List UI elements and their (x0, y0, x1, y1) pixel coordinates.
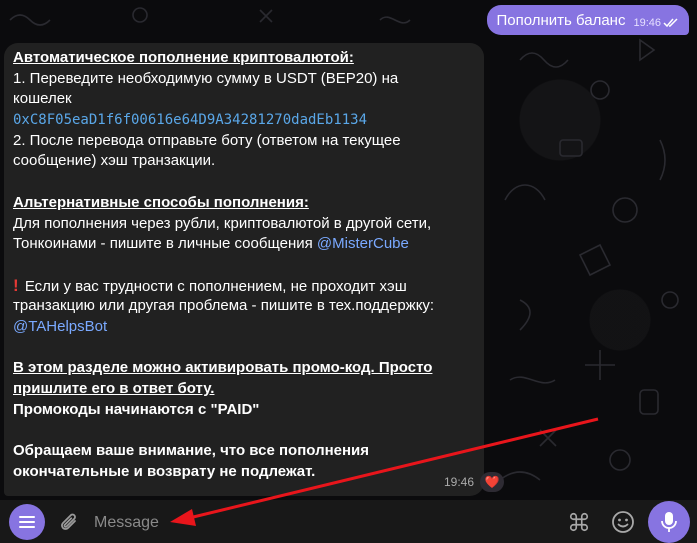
outgoing-message-bubble[interactable]: Пополнить баланс 19:46 (487, 5, 689, 35)
promo-line-a: В этом разделе можно активировать промо-… (13, 359, 433, 377)
paperclip-icon[interactable] (60, 512, 80, 534)
support-bot-link[interactable]: @TAHelpsBot (13, 318, 107, 335)
notice-line-a: Обращаем ваше внимание, что все пополнен… (13, 442, 370, 460)
double-check-icon (663, 18, 678, 28)
notice-line-b: окончательные и возврату не подлежат. (13, 462, 316, 480)
incoming-message-time: 19:46 (444, 475, 475, 489)
outgoing-message-time: 19:46 (633, 17, 661, 29)
incoming-message-bubble[interactable]: Автоматическое пополнение криптовалютой:… (4, 43, 484, 496)
outgoing-message-meta: 19:46 (633, 17, 679, 29)
exclamation-icon: ! (13, 275, 19, 295)
heading-auto-topup: Автоматическое пополнение криптовалютой: (13, 49, 354, 66)
promo-line-b: пришлите его в ответ боту. (13, 380, 215, 397)
alt-line-a: Для пополнения через рубли, криптовалюто… (13, 214, 432, 232)
emoji-icon[interactable] (611, 510, 635, 534)
mistercube-link[interactable]: @MisterCube (317, 235, 409, 252)
microphone-icon (661, 512, 677, 532)
heart-reaction[interactable]: ❤️ (480, 472, 505, 492)
incoming-message-meta: 19:46 ❤️ (444, 472, 505, 492)
message-input[interactable] (92, 507, 536, 539)
command-icon[interactable] (567, 511, 591, 533)
alt-line-b: Тонкоинами - пишите в личные сообщения (13, 235, 317, 253)
promo-line-c: Промокоды начинаются с "PAID" (13, 400, 260, 418)
menu-icon (19, 516, 35, 528)
heart-icon: ❤️ (484, 475, 500, 489)
step2-line-b: сообщение) хэш транзакции. (13, 152, 216, 170)
bot-menu-button[interactable] (9, 504, 45, 540)
voice-record-button[interactable] (648, 501, 690, 543)
trouble-line-b: транзакцию или другая проблема - пишите … (13, 297, 435, 315)
step2-line-a: 2. После перевода отправьте боту (ответо… (13, 131, 401, 149)
trouble-line-a: Если у вас трудности с пополнением, не п… (24, 277, 407, 295)
heading-alternative: Альтернативные способы пополнения: (13, 193, 309, 211)
step1-line-b: кошелек (13, 90, 72, 108)
outgoing-message-text: Пополнить баланс (496, 11, 626, 29)
step1-line-a: 1. Переведите необходимую сумму в USDT (… (13, 69, 399, 87)
wallet-address[interactable]: 0xC8F05eaD1f6f00616e64D9A34281270dadEb11… (13, 112, 367, 128)
